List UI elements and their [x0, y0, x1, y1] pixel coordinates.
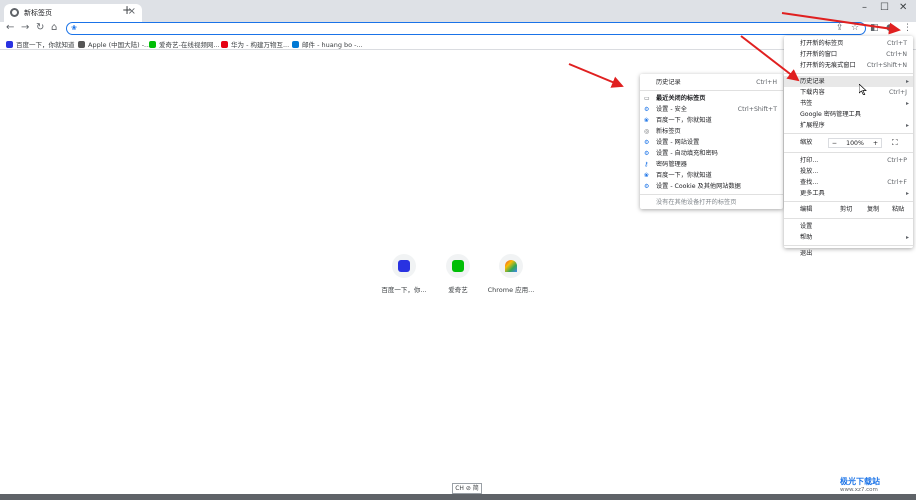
chevron-right-icon: ▸	[905, 190, 909, 197]
menu-edit: 编辑 剪切 复制 粘贴	[784, 204, 913, 216]
chevron-right-icon: ▸	[905, 78, 909, 85]
gear-icon: ⚙	[644, 183, 650, 190]
side-panel-icon[interactable]: ◧	[870, 23, 879, 33]
history-submenu: 历史记录 Ctrl+H ▭ 最近关闭的标签页 ⚙ 设置 - 安全 Ctrl+Shift+…	[640, 74, 783, 209]
chrome-icon	[10, 8, 19, 17]
menu-cast[interactable]: 投放...	[784, 166, 913, 177]
key-icon: ⚷	[644, 161, 649, 168]
toolbar: ← → ↻ ⌂ ❀ ⇪ ☆ ◧ ● ⋮	[0, 22, 916, 37]
menu-help[interactable]: 帮助 ▸	[784, 232, 913, 243]
history-menu-item[interactable]: 历史记录 Ctrl+H	[640, 77, 783, 88]
tab-strip: 新标签页 × + – ☐ ✕	[0, 0, 916, 22]
zoom-level: 100%	[840, 138, 870, 148]
menu-find[interactable]: 查找... Ctrl+F	[784, 177, 913, 188]
baidu-search-icon: ❀	[71, 24, 77, 32]
history-item[interactable]: ⚷ 密码管理器	[640, 159, 783, 170]
chrome-main-menu: 打开新的标签页 Ctrl+T 打开新的窗口 Ctrl+N 打开新的无痕式窗口 Ctrl…	[784, 36, 913, 257]
address-bar[interactable]: ❀	[66, 22, 866, 35]
gear-icon: ⚙	[644, 150, 650, 157]
menu-history[interactable]: 历史记录 ▸	[784, 76, 913, 87]
arrow-to-history-submenu	[568, 63, 624, 88]
menu-bookmarks[interactable]: 书签 ▸	[784, 98, 913, 109]
menu-exit[interactable]: 退出	[784, 248, 913, 259]
menu-new-tab[interactable]: 打开新的标签页 Ctrl+T	[784, 38, 913, 49]
outlook-icon	[292, 41, 299, 48]
history-item[interactable]: ⚙ 设置 - 网站设置	[640, 137, 783, 148]
chevron-right-icon: ▸	[905, 234, 909, 241]
tab-title: 新标签页	[24, 9, 52, 17]
window-close-icon[interactable]: ✕	[899, 2, 907, 13]
zoom-out-button[interactable]: −	[828, 138, 840, 148]
shortcut-baidu[interactable]: 百度一下，你...	[374, 254, 434, 294]
minimize-icon[interactable]: –	[862, 2, 867, 13]
baidu-icon	[6, 41, 13, 48]
forward-icon[interactable]: →	[21, 22, 29, 33]
paste-button[interactable]: 粘贴	[892, 204, 904, 216]
iqiyi-icon	[452, 260, 464, 272]
copy-button[interactable]: 复制	[867, 204, 879, 216]
chevron-right-icon: ▸	[905, 100, 909, 107]
menu-new-window[interactable]: 打开新的窗口 Ctrl+N	[784, 49, 913, 60]
fullscreen-icon[interactable]: ⛶	[892, 136, 898, 150]
menu-print[interactable]: 打印... Ctrl+P	[784, 155, 913, 166]
bookmark-item[interactable]: 邮件 - huang bo -...	[292, 39, 363, 49]
chevron-right-icon: ▸	[905, 122, 909, 129]
watermark-logo: 极光下载站 www.xz7.com	[840, 477, 880, 493]
browser-window: { "tab": { "title": "新标签页", "close": "×"…	[0, 0, 916, 500]
shortcut-label: 百度一下，你...	[381, 286, 427, 294]
new-tab-button[interactable]: +	[122, 3, 132, 17]
taskbar	[0, 494, 916, 500]
history-item[interactable]: ◎ 新标签页	[640, 126, 783, 137]
tab-icon: ▭	[644, 95, 650, 102]
shortcut-chrome-apps[interactable]: Chrome 应用...	[481, 254, 541, 294]
baidu-icon: ❀	[644, 172, 650, 179]
reload-icon[interactable]: ↻	[36, 22, 44, 33]
other-devices-note: 没有在其他设备打开的标签页	[656, 199, 737, 206]
home-icon[interactable]: ⌂	[51, 22, 57, 33]
history-item[interactable]: ❀ 百度一下，你就知道	[640, 115, 783, 126]
menu-extensions[interactable]: 扩展程序 ▸	[784, 120, 913, 131]
maximize-icon[interactable]: ☐	[880, 2, 889, 13]
baidu-icon: ❀	[644, 117, 650, 124]
bookmarks-bar: 百度一下，你就知道 Apple (中国大陆) -... 爱奇艺-在线视频网...…	[0, 38, 916, 50]
menu-incognito[interactable]: 打开新的无痕式窗口 Ctrl+Shift+N	[784, 60, 913, 71]
ime-indicator[interactable]: CH ⊘ 简	[452, 483, 482, 494]
mouse-cursor-icon	[859, 84, 867, 95]
menu-more-tools[interactable]: 更多工具 ▸	[784, 188, 913, 199]
bookmark-item[interactable]: 爱奇艺-在线视频网...	[149, 39, 220, 49]
cut-button[interactable]: 剪切	[840, 204, 852, 216]
back-icon[interactable]: ←	[6, 22, 14, 33]
huawei-icon	[221, 41, 228, 48]
bookmark-item[interactable]: 百度一下，你就知道	[6, 39, 75, 49]
menu-settings[interactable]: 设置	[784, 221, 913, 232]
shortcut-label: 爱奇艺	[448, 286, 468, 294]
chrome-icon: ◎	[644, 128, 650, 135]
apple-icon	[78, 41, 85, 48]
gear-icon: ⚙	[644, 106, 650, 113]
chrome-apps-icon	[505, 260, 517, 272]
menu-downloads[interactable]: 下载内容 Ctrl+J	[784, 87, 913, 98]
history-item[interactable]: ⚙ 设置 - 自动填充和密码	[640, 148, 783, 159]
shortcut-iqiyi[interactable]: 爱奇艺	[428, 254, 488, 294]
iqiyi-icon	[149, 41, 156, 48]
menu-zoom: 缩放 − 100% + ⛶	[784, 136, 913, 150]
profile-icon[interactable]: ●	[886, 23, 894, 33]
bookmark-item[interactable]: Apple (中国大陆) -...	[78, 39, 150, 49]
menu-kebab-icon[interactable]: ⋮	[903, 23, 912, 33]
gear-icon: ⚙	[644, 139, 650, 146]
history-item[interactable]: ⚙ 设置 - 安全 Ctrl+Shift+T	[640, 104, 783, 115]
zoom-in-button[interactable]: +	[870, 138, 882, 148]
star-icon[interactable]: ☆	[851, 23, 859, 33]
recently-closed-title: ▭ 最近关闭的标签页	[644, 95, 706, 102]
share-icon[interactable]: ⇪	[836, 23, 844, 33]
history-item[interactable]: ⚙ 设置 - Cookie 及其他网站数据	[640, 181, 783, 192]
shortcut-label: Chrome 应用...	[487, 286, 535, 294]
menu-password-manager[interactable]: Google 密码管理工具	[784, 109, 913, 120]
history-item[interactable]: ❀ 百度一下，你就知道	[640, 170, 783, 181]
baidu-icon	[398, 260, 410, 272]
bookmark-item[interactable]: 华为 - 构建万物互...	[221, 39, 289, 49]
